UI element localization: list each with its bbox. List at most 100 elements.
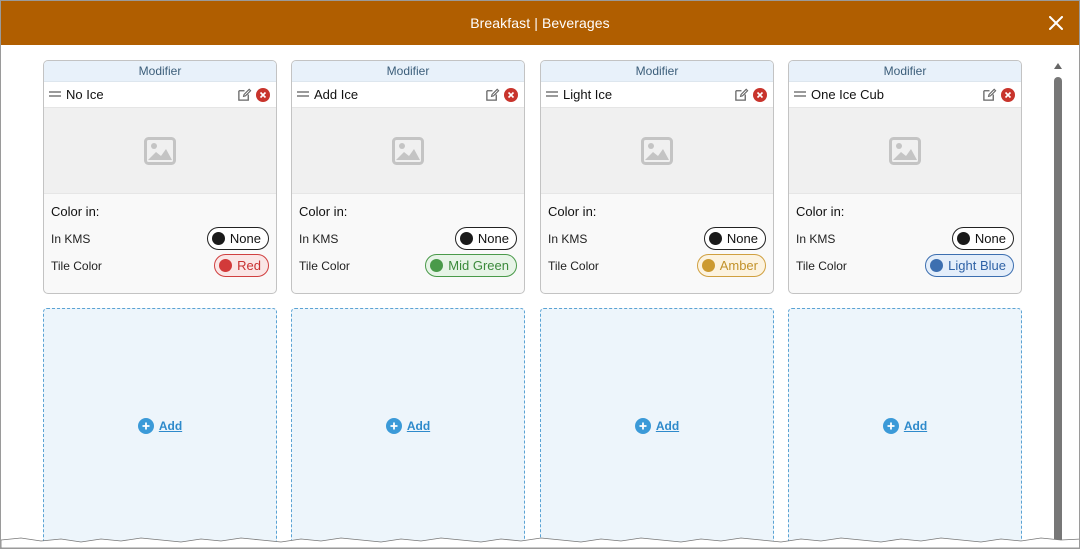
delete-icon [756,91,764,98]
plus-circle-icon [882,418,899,434]
plus-circle-icon [137,418,154,434]
delete-button[interactable] [504,87,518,102]
kms-color-row: In KMS None [548,225,766,252]
color-settings: Color in: In KMS None Tile Color Amber [541,194,773,279]
color-in-label: Color in: [796,204,845,219]
kms-color-pill[interactable]: None [703,227,766,250]
color-settings: Color in: In KMS None Tile Color Mid Gre… [292,194,524,279]
tile-color-label: Tile Color [796,258,847,273]
add-button[interactable]: Add [385,418,430,434]
color-in-label: Color in: [548,204,597,219]
image-placeholder-icon [641,136,673,165]
scroll-up-button[interactable] [1053,63,1063,73]
tile-name: No Ice [66,87,104,102]
color-dot [459,232,473,245]
tile-color-row: Tile Color Mid Green [299,252,517,279]
modifier-tile[interactable]: Modifier Add Ice Color in: In KMS None T… [291,60,525,294]
add-link[interactable]: Add [656,419,679,433]
tile-header: Modifier [44,61,276,82]
kms-color-pill[interactable]: None [206,227,269,250]
tile-color-value: Mid Green [448,258,509,273]
color-settings: Color in: In KMS None Tile Color Light B… [789,194,1021,279]
kms-color-row: In KMS None [796,225,1014,252]
tile-color-pill[interactable]: Mid Green [425,254,517,277]
tile-row: Modifier No Ice Color in: In KMS None Ti… [43,60,1023,294]
modifier-grid: Modifier No Ice Color in: In KMS None Ti… [43,60,1023,544]
add-slot[interactable]: Add [291,308,525,544]
modifier-tile[interactable]: Modifier One Ice Cub Color in: In KMS No… [788,60,1022,294]
drag-handle-icon[interactable] [297,90,309,99]
color-dot [930,259,944,272]
kms-color-pill[interactable]: None [951,227,1014,250]
tile-color-pill[interactable]: Red [214,254,269,277]
tile-image [541,108,773,194]
edit-icon[interactable] [734,87,749,102]
drag-handle-icon[interactable] [794,90,806,99]
tile-header: Modifier [292,61,524,82]
tile-image [789,108,1021,194]
color-dot [219,259,233,272]
chevron-up-icon [1054,63,1062,69]
vertical-scrollbar[interactable] [1053,63,1063,548]
modifier-tile[interactable]: Modifier Light Ice Color in: In KMS None… [540,60,774,294]
kms-color-value: None [726,231,758,246]
drag-handle-icon[interactable] [546,90,558,99]
image-placeholder-icon [889,136,921,165]
tile-image [292,108,524,194]
add-button[interactable]: Add [882,418,927,434]
close-button[interactable] [1045,12,1067,34]
tile-name: Add Ice [314,87,359,102]
delete-icon [507,91,515,98]
tile-header: Modifier [541,61,773,82]
plus-circle-icon [634,418,651,434]
modifier-tile[interactable]: Modifier No Ice Color in: In KMS None Ti… [43,60,277,294]
tile-color-label: Tile Color [51,258,102,273]
kms-label: In KMS [548,231,588,246]
delete-icon [259,91,267,98]
tile-color-row: Tile Color Amber [548,252,766,279]
delete-button[interactable] [1001,87,1015,102]
color-dot [701,259,715,272]
modifier-window: Breakfast | Beverages Modifier No Ice Co… [0,0,1080,549]
delete-button[interactable] [753,87,767,102]
edit-icon[interactable] [485,87,500,102]
add-link[interactable]: Add [904,419,927,433]
tile-image [44,108,276,194]
tile-color-row: Tile Color Light Blue [796,252,1014,279]
tile-name-row: One Ice Cub [789,82,1021,108]
tile-color-pill[interactable]: Amber [696,254,766,277]
add-slot[interactable]: Add [788,308,1022,544]
tile-color-value: Light Blue [948,258,1006,273]
color-in-label: Color in: [51,204,100,219]
color-dot [956,232,970,245]
tile-color-value: Amber [719,258,758,273]
color-dot [211,232,225,245]
tile-header: Modifier [789,61,1021,82]
drag-handle-icon[interactable] [49,90,61,99]
tile-name: One Ice Cub [811,87,884,102]
color-dot [430,259,444,272]
add-link[interactable]: Add [159,419,182,433]
kms-color-value: None [229,231,261,246]
tile-name-row: Light Ice [541,82,773,108]
close-icon [1049,16,1063,30]
edit-icon[interactable] [237,87,252,102]
tile-name: Light Ice [563,87,613,102]
tile-color-row: Tile Color Red [51,252,269,279]
add-slot[interactable]: Add [43,308,277,544]
edit-icon[interactable] [982,87,997,102]
kms-color-pill[interactable]: None [454,227,517,250]
tile-color-pill[interactable]: Light Blue [925,254,1014,277]
window-title: Breakfast | Beverages [470,15,610,31]
kms-label: In KMS [796,231,836,246]
add-button[interactable]: Add [137,418,182,434]
image-placeholder-icon [144,136,176,165]
color-in-label: Color in: [299,204,348,219]
scrollbar-thumb[interactable] [1054,77,1062,548]
kms-color-value: None [477,231,509,246]
kms-label: In KMS [51,231,91,246]
add-link[interactable]: Add [407,419,430,433]
add-slot[interactable]: Add [540,308,774,544]
delete-button[interactable] [256,87,270,102]
add-button[interactable]: Add [634,418,679,434]
